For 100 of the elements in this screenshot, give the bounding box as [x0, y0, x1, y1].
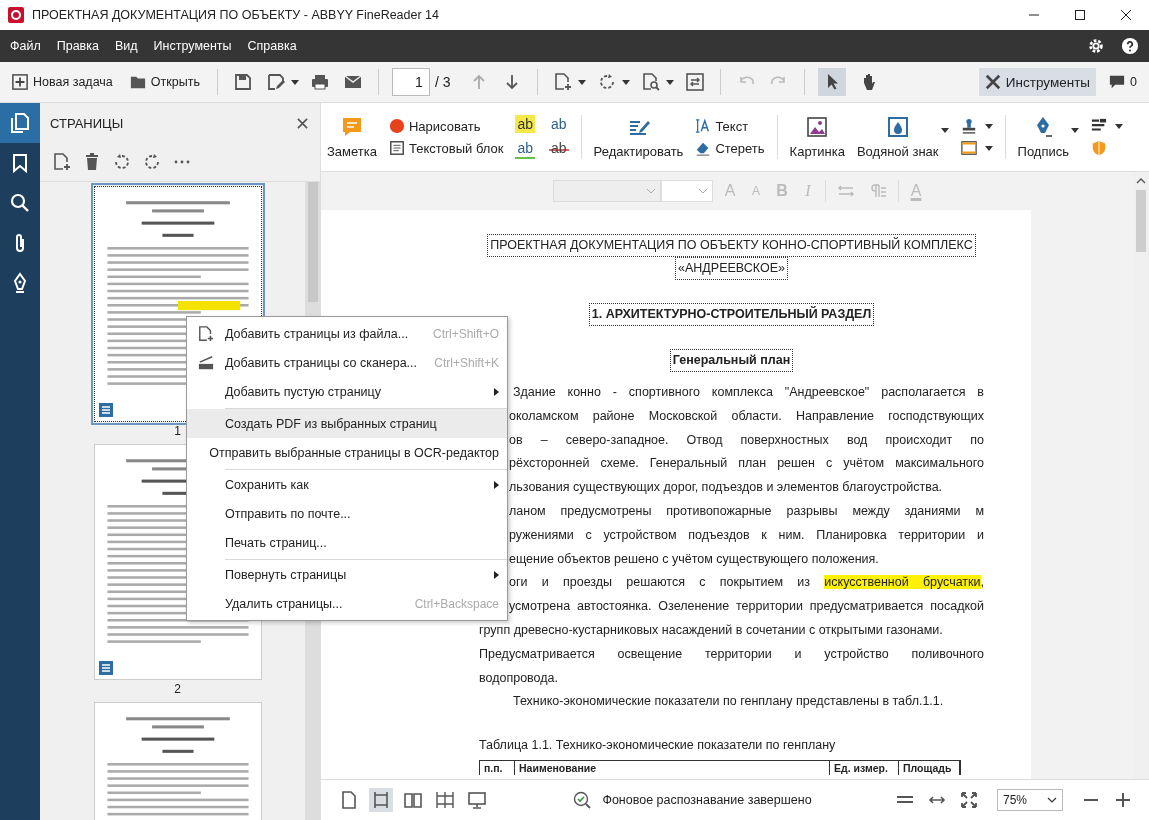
- menu-item[interactable]: Отправить по почте...: [187, 499, 507, 528]
- scrollbar-thumb[interactable]: [307, 182, 318, 302]
- menu-item[interactable]: Правка: [56, 39, 99, 53]
- redact-icon[interactable]: [1091, 118, 1107, 134]
- menu-item[interactable]: Создать PDF из выбранных страниц: [187, 409, 507, 438]
- note-button[interactable]: Заметка: [327, 115, 377, 159]
- document-text: ПРОЕКТНАЯ ДОКУМЕНТАЦИЯ ПО ОБЪЕКТУ КОННО-СПОРТИВНЫЙ КОМПЛЕКС: [487, 234, 976, 257]
- close-icon[interactable]: [297, 117, 308, 129]
- signature-button[interactable]: Подпись: [1017, 115, 1079, 159]
- table-header-cell: Площадь: [899, 760, 960, 775]
- help-icon[interactable]: [1121, 37, 1139, 55]
- menu-item[interactable]: Файл: [10, 39, 41, 53]
- table-header-cell: Ед. измер.: [830, 760, 899, 775]
- document-text: «АНДРЕЕВСКОЕ»: [675, 257, 788, 280]
- text-button[interactable]: Текст: [695, 118, 765, 134]
- window-title: ПРОЕКТНАЯ ДОКУМЕНТАЦИЯ ПО ОБЪЕКТУ - ABBYY FineReader 14: [32, 8, 441, 22]
- draw-button[interactable]: Нарисовать: [389, 118, 504, 134]
- menu-item[interactable]: Справка: [247, 39, 297, 53]
- document-text: ещение объектов решено с учётом существующего положения.: [509, 550, 880, 568]
- insert-text-tool[interactable]: ab: [549, 115, 569, 133]
- scroll-view-icon[interactable]: [369, 788, 393, 812]
- document-text: ланом предусмотрены противопожарные разрывы между зданиями м: [509, 503, 984, 520]
- scroll-up-icon[interactable]: [1136, 178, 1146, 184]
- highlight-text-tool[interactable]: ab: [515, 115, 535, 133]
- caret-icon[interactable]: [1115, 123, 1123, 129]
- page-number: 2: [174, 682, 181, 696]
- page-total: / 3: [434, 74, 451, 90]
- picture-button[interactable]: Картинка: [789, 115, 845, 159]
- table-header-cell: п.п.: [480, 760, 515, 775]
- document-text: ов – северо-западное. Отвод поверхностных вод происходит по: [509, 431, 984, 449]
- folder-icon: [129, 74, 146, 90]
- text-block-button[interactable]: Текстовый блок: [389, 140, 504, 156]
- document-text: околамском районе Московской области. Направление господствующих: [509, 407, 984, 425]
- menu-item[interactable]: Удалить страницы... Ctrl+Backspace: [187, 589, 507, 618]
- add-icon: [12, 74, 28, 90]
- caret-icon[interactable]: [984, 123, 993, 129]
- menu-item[interactable]: Повернуть страницы: [187, 560, 507, 589]
- caret-icon[interactable]: [290, 79, 299, 85]
- header-footer-icon[interactable]: [960, 140, 977, 156]
- document-text: льзования существующих дорог, подъездов и элементов благоустройства.: [509, 479, 944, 497]
- comment-icon: [1109, 74, 1126, 90]
- watermark-button[interactable]: Водяной знак: [856, 115, 949, 159]
- edit-button[interactable]: Редактировать: [593, 115, 684, 159]
- text-box-icon: [389, 140, 405, 156]
- submenu-arrow-icon: [494, 480, 499, 489]
- menu-item[interactable]: Добавить страницы из файла... Ctrl+Shift+O: [187, 319, 507, 348]
- stamp-icon[interactable]: [960, 118, 977, 134]
- zoom-dropdown[interactable]: 75%: [997, 789, 1063, 811]
- new-task-button[interactable]: Новая задача: [8, 70, 117, 94]
- tools-button[interactable]: Инструменты: [978, 68, 1097, 96]
- underline-text-tool[interactable]: ab: [515, 139, 535, 159]
- caret-icon[interactable]: [622, 79, 631, 85]
- scrollbar-thumb[interactable]: [1136, 190, 1146, 252]
- menu-item[interactable]: Инструменты: [153, 39, 232, 53]
- menu-item[interactable]: Вид: [114, 39, 138, 53]
- caret-icon[interactable]: [984, 145, 993, 151]
- document-text: групп древесно-кустарниковых насаждений в сочетании с открытыми газонами.: [479, 621, 944, 639]
- page-number-field[interactable]: 1: [391, 68, 430, 96]
- eraser-icon: [695, 140, 712, 156]
- caret-icon[interactable]: [578, 79, 587, 85]
- open-button[interactable]: Открыть: [125, 70, 204, 94]
- chevron-down-icon: [698, 188, 708, 194]
- document-text: Предусматривается освещение территории и устройство поливочного: [479, 645, 984, 663]
- document-text: Здание конно - спортивного комплекса "Андреевское" располагается в: [513, 384, 984, 401]
- pages-icon[interactable]: [0, 103, 40, 143]
- document-text: 1. АРХИТЕКТУРНО-СТРОИТЕЛЬНЫЙ РАЗДЕЛ: [588, 303, 875, 326]
- document-text: ружениями с устройством подъездов к ним. Планировка территории и: [509, 526, 984, 544]
- settings-icon[interactable]: [1087, 37, 1105, 55]
- menu-item[interactable]: Добавить страницы со сканера... Ctrl+Shift+K: [187, 348, 507, 377]
- table-header-cell: Наименование: [515, 760, 830, 775]
- submenu-arrow-icon: [494, 570, 499, 579]
- highlight-mark: [177, 300, 240, 311]
- chevron-down-icon: [646, 188, 656, 194]
- note-icon: [341, 115, 363, 138]
- page-number: 1: [174, 424, 181, 438]
- picture-icon: [806, 115, 829, 138]
- status-message: Фоновое распознавание завершено: [602, 793, 812, 807]
- circle-icon: [389, 118, 405, 134]
- text-layer-icon: [98, 661, 113, 675]
- document-text: усмотрена автостоянка. Озеленение территории предусматривается посадкой: [509, 598, 984, 616]
- water-drop-icon: [886, 115, 909, 138]
- app-logo-icon: [8, 7, 24, 23]
- chevron-down-icon: [1047, 797, 1057, 803]
- caret-icon: [940, 127, 949, 133]
- text-layer-icon: [98, 403, 113, 417]
- caret-icon[interactable]: [666, 79, 675, 85]
- comments-button[interactable]: 0: [1105, 70, 1141, 94]
- document-text: Таблица 1.1. Технико-экономические показатели по генплану: [479, 737, 837, 755]
- add-page-icon: [198, 325, 214, 342]
- caret-icon: [1071, 127, 1079, 133]
- panel-title: СТРАНИЦЫ: [50, 115, 125, 131]
- document-text: рёхсторонней схеме. Генеральный план решен с учётом максимального: [509, 455, 984, 473]
- document-text: Генеральный план: [669, 349, 794, 372]
- text-cursor-icon: [695, 118, 712, 134]
- scanner-icon: [198, 354, 214, 371]
- pointer-icon[interactable]: [818, 68, 847, 96]
- erase-button[interactable]: Стереть: [695, 140, 765, 156]
- document-text: водопровода.: [479, 669, 559, 687]
- menu-item[interactable]: Сохранить как: [187, 470, 507, 499]
- submenu-arrow-icon: [494, 387, 499, 396]
